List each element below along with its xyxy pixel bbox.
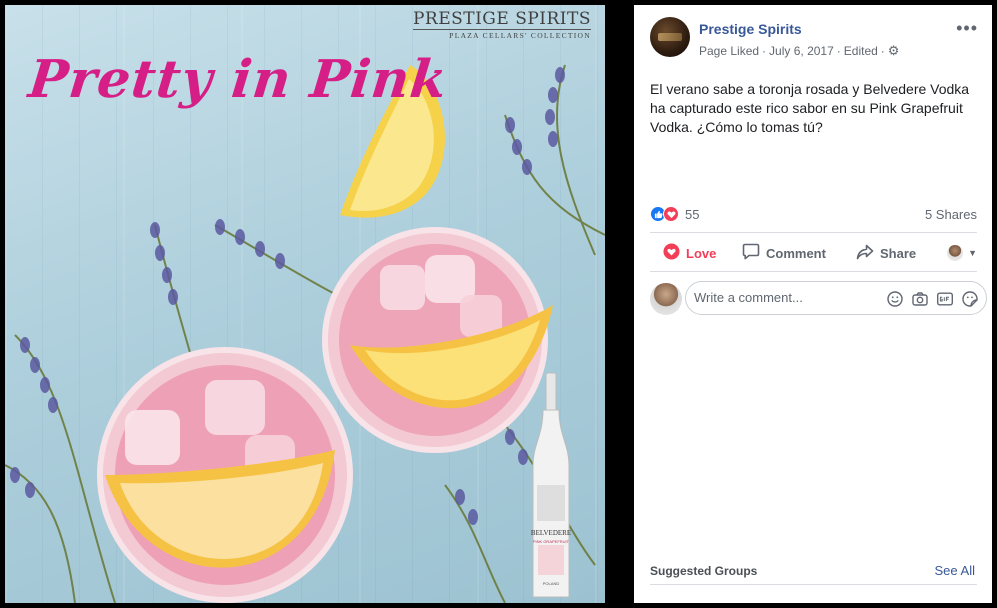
post-meta: Page Liked · July 6, 2017 · Edited · ⚙: [699, 43, 899, 59]
love-icon: [663, 243, 680, 263]
action-bar: Love Comment Share ▼: [650, 241, 977, 265]
suggested-groups-header: Suggested Groups See All: [650, 562, 975, 582]
brand-logo: PRESTIGE SPIRITS PLAZA CELLARS' COLLECTI…: [412, 9, 591, 40]
share-icon: [856, 244, 874, 263]
post-header: Prestige Spirits Page Liked · July 6, 2017…: [650, 17, 980, 61]
brand-name: PRESTIGE SPIRITS: [412, 9, 591, 29]
user-avatar[interactable]: [650, 283, 682, 315]
separator-dot: ·: [762, 44, 767, 58]
gif-icon[interactable]: [936, 290, 954, 308]
reactions-summary[interactable]: 55 5 Shares: [650, 205, 977, 225]
divider: [650, 271, 977, 272]
comment-label: Comment: [766, 245, 826, 261]
post-photo[interactable]: PRESTIGE SPIRITS PLAZA CELLARS' COLLECTI…: [5, 5, 605, 603]
edited-label[interactable]: Edited: [844, 44, 878, 58]
comment-box[interactable]: [685, 281, 987, 315]
divider: [650, 584, 977, 585]
separator-dot: ·: [880, 44, 885, 58]
comment-composer: [650, 281, 987, 315]
brand-subtitle: PLAZA CELLARS' COLLECTION: [412, 29, 591, 40]
sticker-icon[interactable]: [961, 290, 979, 308]
page-name-link[interactable]: Prestige Spirits: [699, 21, 802, 37]
photo-headline: Pretty in Pink: [25, 49, 451, 110]
audience-selector-button[interactable]: ▼: [947, 241, 977, 265]
post-panel: Prestige Spirits Page Liked · July 6, 2017…: [634, 5, 992, 603]
camera-icon[interactable]: [911, 290, 929, 308]
chevron-down-icon: ▼: [968, 248, 977, 258]
shares-count[interactable]: 5 Shares: [925, 207, 977, 222]
share-button[interactable]: Share: [856, 241, 916, 265]
emoji-icon[interactable]: [886, 290, 904, 308]
love-label: Love: [686, 245, 717, 261]
share-label: Share: [880, 245, 917, 261]
comment-button[interactable]: Comment: [742, 241, 826, 265]
more-options-icon[interactable]: •••: [956, 19, 978, 37]
page-avatar[interactable]: [650, 17, 690, 57]
see-all-link[interactable]: See All: [935, 563, 975, 578]
love-button[interactable]: Love: [663, 241, 716, 265]
settings-gear-icon[interactable]: ⚙: [888, 43, 900, 58]
user-avatar-small-icon: [947, 245, 964, 261]
suggested-groups-title: Suggested Groups: [650, 564, 758, 578]
comment-icon: [742, 243, 760, 263]
comment-input[interactable]: [694, 290, 880, 305]
post-date[interactable]: July 6, 2017: [769, 44, 834, 58]
separator-dot: ·: [836, 44, 841, 58]
divider: [650, 232, 977, 233]
post-text: El verano sabe a toronja rosada y Belved…: [650, 81, 970, 135]
reaction-count[interactable]: 55: [685, 207, 699, 222]
love-reaction-icon: [663, 206, 679, 222]
page-liked-status[interactable]: Page Liked: [699, 44, 759, 58]
